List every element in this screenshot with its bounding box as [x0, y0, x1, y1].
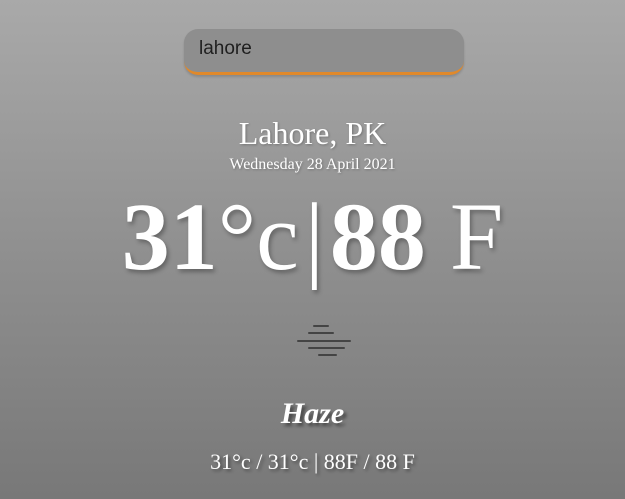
- search-box: [184, 29, 464, 75]
- location-title: Lahore, PK: [238, 115, 387, 151]
- temp-celsius-unit: °c: [217, 183, 299, 290]
- temp-fahrenheit-value: 88: [329, 183, 426, 290]
- weather-condition: Haze: [280, 397, 345, 430]
- current-temperature: 31°c|88 F: [0, 178, 625, 296]
- temp-celsius-value: 31: [121, 183, 218, 290]
- date-label: Wednesday 28 April 2021: [229, 156, 396, 173]
- temp-fahrenheit-unit: F: [449, 183, 504, 290]
- min-max-temperature: 31°c / 31°c | 88F / 88 F: [210, 449, 415, 474]
- search-input[interactable]: [184, 29, 464, 75]
- haze-icon: [297, 325, 351, 356]
- temp-separator: |: [304, 183, 324, 290]
